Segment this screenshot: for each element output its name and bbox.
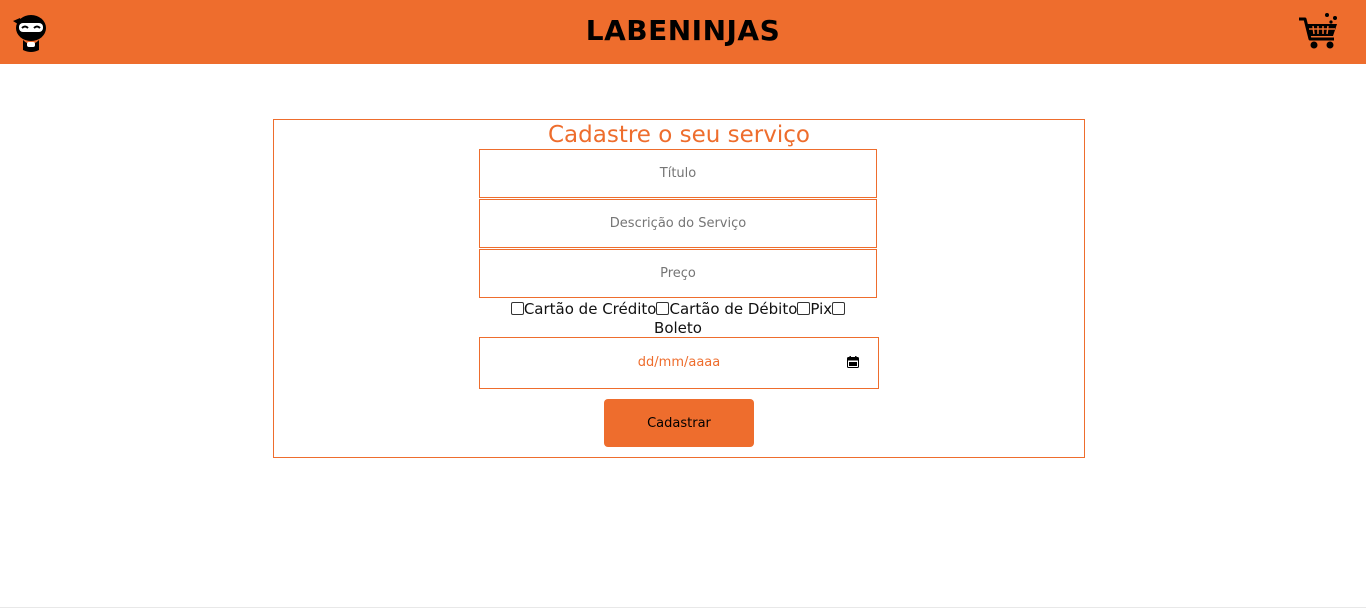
description-input-placeholder: Descrição do Serviço (609, 216, 747, 231)
pix-label[interactable]: Pix (810, 300, 832, 318)
date-input[interactable]: dd/mm/aaaa (479, 337, 879, 389)
shopping-cart-icon[interactable] (1298, 12, 1340, 52)
credit-card-label[interactable]: Cartão de Crédito (524, 300, 657, 318)
top-header: LABENINJAS (0, 0, 1366, 64)
price-input-placeholder: Preço (660, 266, 696, 281)
service-form: Cadastre o seu serviço Título Descrição … (273, 119, 1085, 458)
credit-card-checkbox[interactable] (510, 302, 524, 315)
debit-card-label[interactable]: Cartão de Débito (669, 300, 797, 318)
boleto-checkbox[interactable] (832, 302, 846, 315)
calendar-icon[interactable] (847, 356, 859, 368)
title-input-placeholder: Título (659, 166, 697, 181)
title-input[interactable]: Título (479, 149, 877, 198)
debit-card-checkbox[interactable] (656, 302, 670, 315)
date-input-placeholder: dd/mm/aaaa (637, 355, 721, 370)
page-divider (0, 607, 1366, 608)
price-input[interactable]: Preço (479, 249, 877, 298)
description-input[interactable]: Descrição do Serviço (479, 199, 877, 248)
boleto-label[interactable]: Boleto (654, 319, 702, 337)
pix-checkbox[interactable] (797, 302, 811, 315)
brand-title: LABENINJAS (585, 14, 781, 47)
payment-methods: Cartão de Crédito Cartão de Débito Pix Bole… (479, 300, 877, 338)
submit-button[interactable]: Cadastrar (604, 399, 754, 447)
form-title: Cadastre o seu serviço (548, 122, 810, 148)
